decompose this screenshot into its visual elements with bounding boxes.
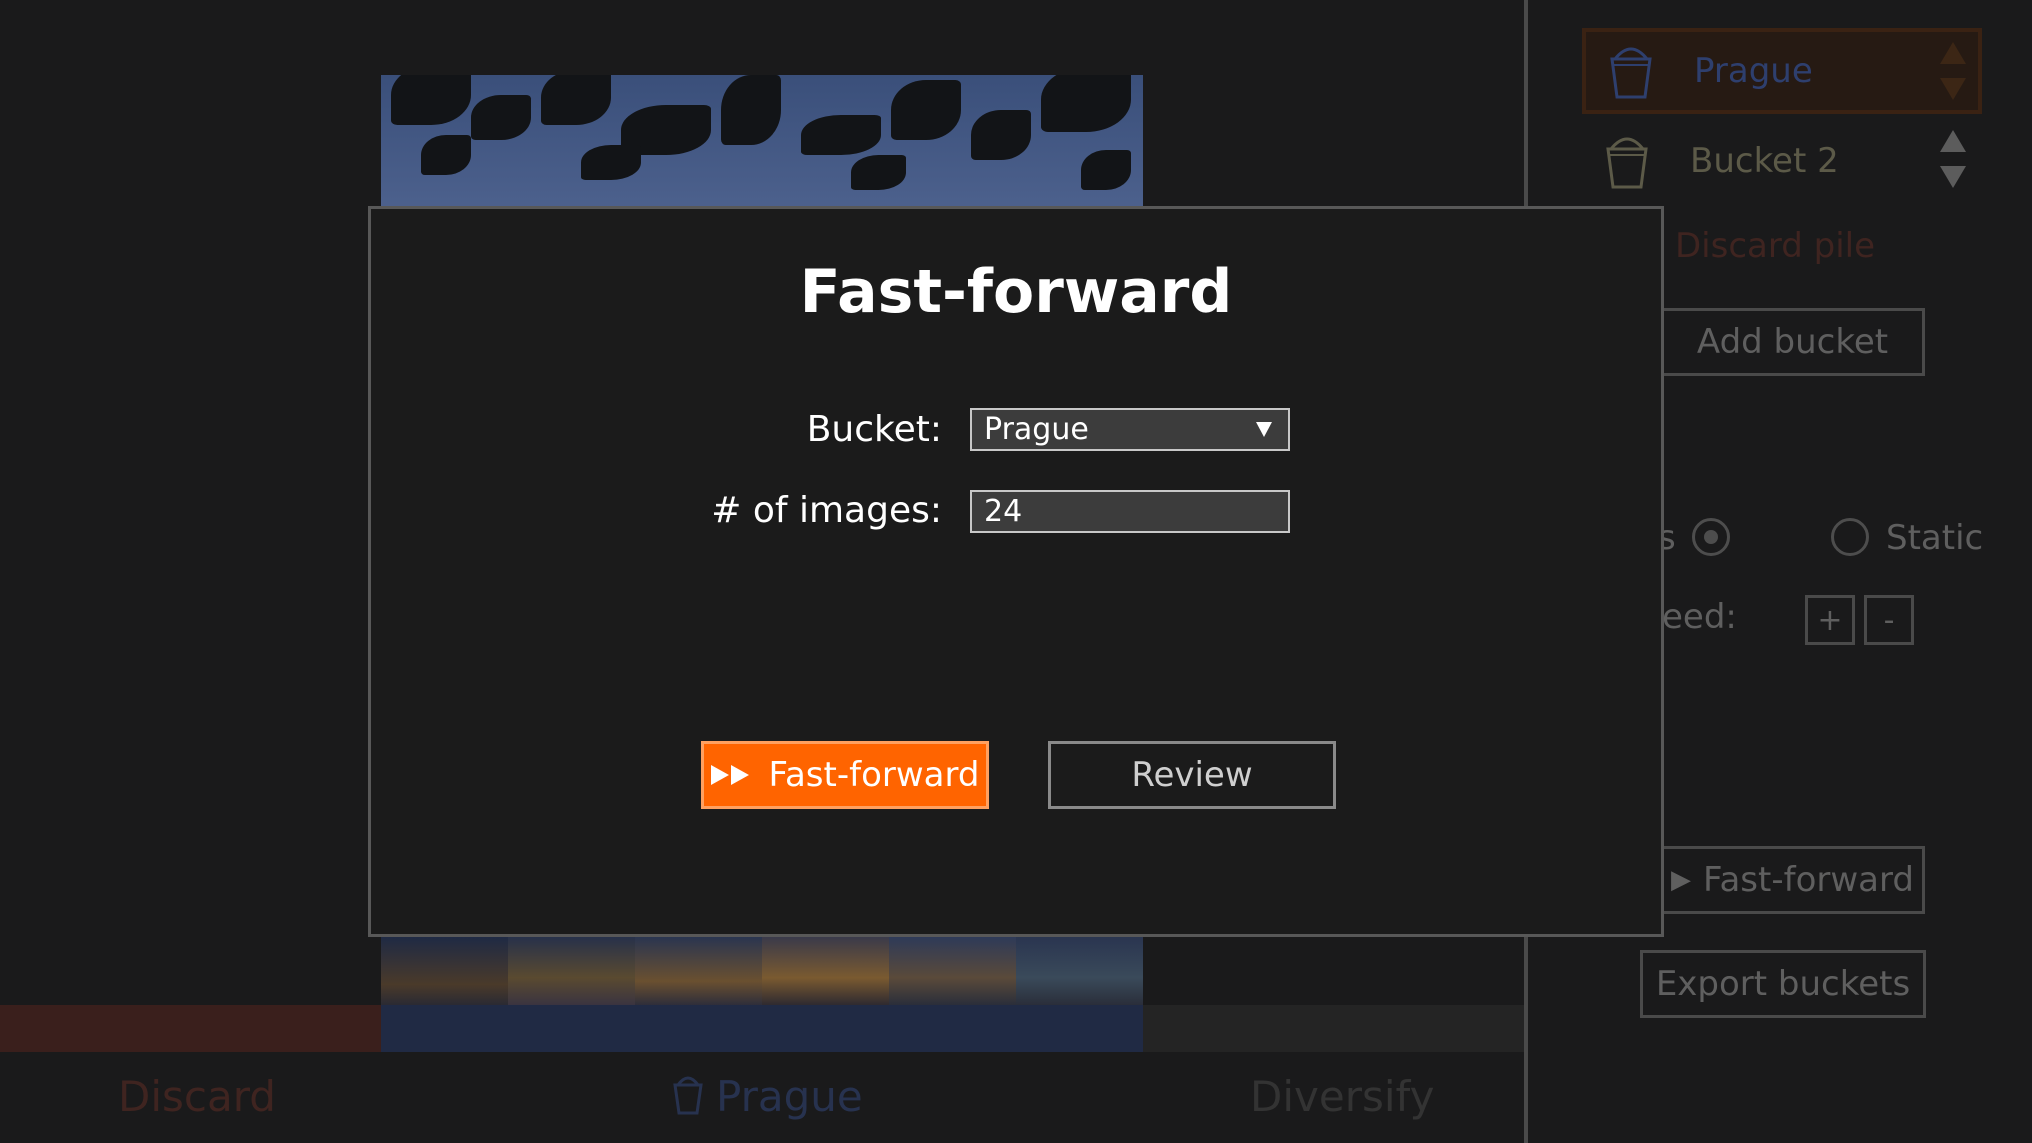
bucket-field-label: Bucket: xyxy=(806,409,942,450)
fast-forward-icon: ▶ xyxy=(1671,865,1692,895)
speed-label: eed: xyxy=(1662,597,1737,637)
bucket-progress-bar xyxy=(0,1005,1524,1052)
bucket-item-bucket-2[interactable]: Bucket 2 xyxy=(1582,118,1982,204)
sidebar-fast-forward-label: Fast-forward xyxy=(1703,860,1914,900)
bucket-icon xyxy=(1610,47,1652,99)
move-down-icon[interactable] xyxy=(1940,78,1966,100)
move-up-icon[interactable] xyxy=(1940,42,1966,64)
export-buckets-button[interactable]: Export buckets xyxy=(1640,950,1926,1018)
bucket-reorder-bucket-2[interactable] xyxy=(1940,130,1966,188)
fast-forward-button[interactable]: Fast-forward xyxy=(701,741,989,809)
prague-segment xyxy=(381,1005,1143,1052)
bucket-select-value: Prague xyxy=(984,412,1089,447)
add-bucket-button[interactable]: Add bucket xyxy=(1660,308,1925,376)
prague-action-label: Prague xyxy=(716,1072,863,1121)
static-label: Static xyxy=(1886,518,1984,558)
filmstrip-thumb[interactable] xyxy=(381,937,508,1005)
bucket-icon xyxy=(673,1076,703,1115)
bucket-item-prague[interactable]: Prague xyxy=(1582,28,1982,114)
discard-pile-item[interactable]: Discard pile xyxy=(1675,226,1875,266)
bucket-label: Bucket 2 xyxy=(1690,141,1839,181)
chevron-down-icon xyxy=(1256,422,1272,437)
images-count-input[interactable]: 24 xyxy=(970,490,1290,533)
bucket-label: Prague xyxy=(1694,51,1813,91)
diversify-action[interactable]: Diversify xyxy=(1250,1072,1434,1121)
diversify-segment xyxy=(1143,1005,1524,1052)
move-up-icon[interactable] xyxy=(1940,130,1966,152)
images-field-label: # of images: xyxy=(711,490,942,531)
bottom-actions: Discard Prague Diversify xyxy=(0,1052,1524,1143)
discard-action[interactable]: Discard xyxy=(118,1072,276,1121)
review-button[interactable]: Review xyxy=(1048,741,1336,809)
filmstrip-thumb[interactable] xyxy=(635,937,762,1005)
speed-plus-button[interactable]: + xyxy=(1805,595,1855,645)
bucket-reorder-prague[interactable] xyxy=(1940,42,1966,100)
filmstrip-thumb[interactable] xyxy=(1016,937,1143,1005)
prague-action[interactable]: Prague xyxy=(672,1072,863,1121)
move-down-icon[interactable] xyxy=(1940,166,1966,188)
fast-forward-icon xyxy=(710,765,751,785)
filmstrip[interactable] xyxy=(381,937,1143,1005)
bucket-icon xyxy=(1606,137,1648,189)
sidebar-fast-forward-button[interactable]: ▶ Fast-forward xyxy=(1660,846,1925,914)
speed-minus-button[interactable]: - xyxy=(1864,595,1914,645)
bucket-select[interactable]: Prague xyxy=(970,408,1290,451)
filmstrip-thumb[interactable] xyxy=(508,937,635,1005)
mode-radio-static[interactable] xyxy=(1831,518,1869,556)
filmstrip-thumb[interactable] xyxy=(762,937,889,1005)
fast-forward-dialog: Fast-forward Bucket: Prague # of images:… xyxy=(368,206,1664,937)
fast-forward-button-label: Fast-forward xyxy=(768,755,980,795)
radio-dot xyxy=(1704,530,1718,544)
mode-radio-selected[interactable] xyxy=(1692,518,1730,556)
discard-segment xyxy=(0,1005,381,1052)
filmstrip-thumb[interactable] xyxy=(889,937,1016,1005)
dialog-title: Fast-forward xyxy=(799,257,1233,327)
